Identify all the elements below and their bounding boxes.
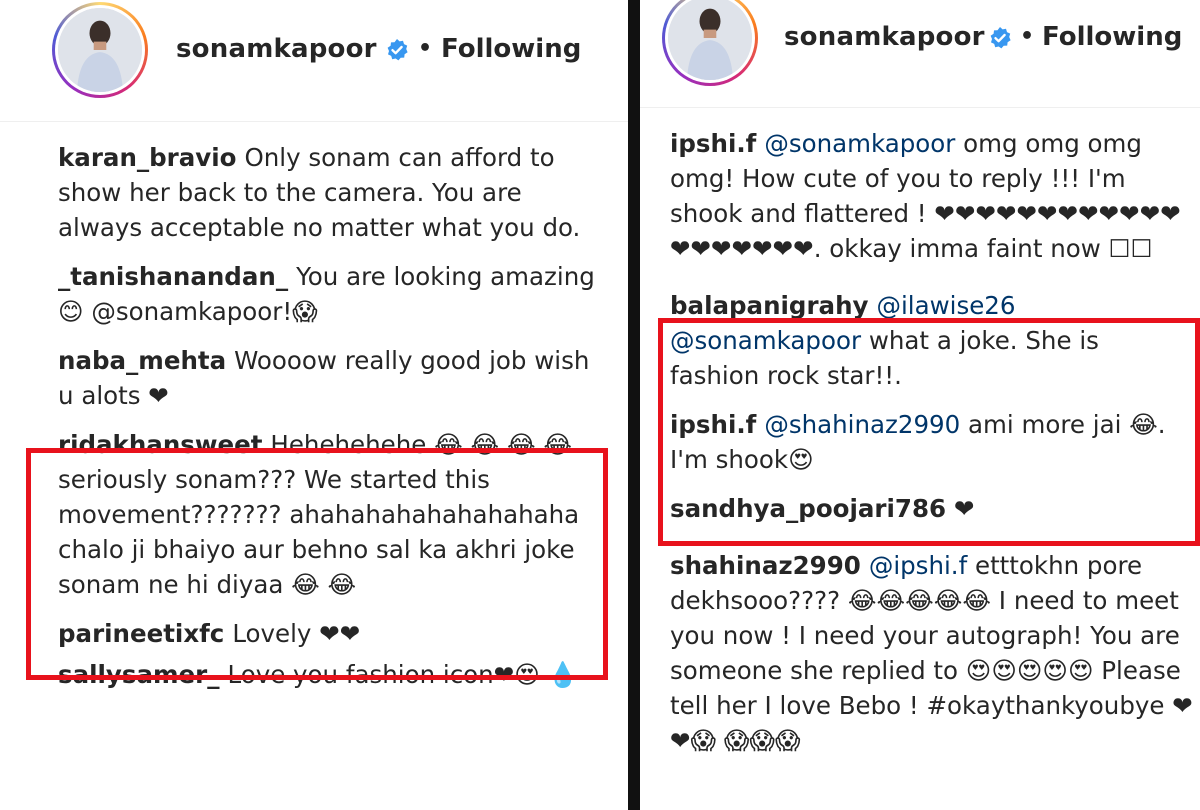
comment-text: etttokhn pore dekhsooo???? 😂😂😂😂😂 I need … — [670, 551, 1193, 755]
verified-badge-icon — [990, 27, 1011, 49]
comment-username[interactable]: ipshi.f — [670, 129, 756, 158]
avatar-person-icon — [668, 0, 752, 80]
right-screenshot-panel: sonamkapoor • Following ipshi.f @sonamkap… — [640, 0, 1200, 810]
comment-username[interactable]: balapanigrahy — [670, 291, 868, 320]
following-button[interactable]: Following — [441, 34, 581, 64]
profile-avatar[interactable] — [662, 0, 758, 86]
comment-username[interactable]: naba_mehta — [58, 346, 226, 375]
left-screenshot-panel: sonamkapoor • Following karan_bravio Only… — [0, 0, 628, 810]
comment-username[interactable]: shahinaz2990 — [670, 551, 861, 580]
comment-item: _tanishanandan_ You are looking amazing😊 … — [58, 259, 606, 329]
avatar-photo — [58, 8, 142, 92]
post-username[interactable]: sonamkapoor — [784, 22, 985, 52]
comment-mention[interactable]: @sonamkapoor — [764, 129, 955, 158]
post-header: sonamkapoor • Following — [0, 0, 628, 122]
highlight-box — [658, 318, 1200, 546]
comment-username[interactable]: karan_bravio — [58, 143, 237, 172]
post-header: sonamkapoor • Following — [640, 0, 1200, 108]
comment-mention[interactable]: @ipshi.f — [869, 551, 967, 580]
header-separator: • — [418, 36, 433, 61]
comment-item: shahinaz2990 @ipshi.f etttokhn pore dekhs… — [670, 548, 1194, 758]
comment-item: naba_mehta Woooow really good job wish u … — [58, 343, 606, 413]
verified-badge-icon — [387, 39, 408, 61]
avatar-photo — [668, 0, 752, 80]
post-username[interactable]: sonamkapoor — [176, 34, 377, 64]
profile-avatar[interactable] — [52, 2, 148, 98]
avatar-person-icon — [58, 8, 142, 92]
following-button[interactable]: Following — [1042, 22, 1182, 52]
panel-divider — [628, 0, 640, 810]
comment-username[interactable]: _tanishanandan_ — [58, 262, 288, 291]
header-separator: • — [1020, 24, 1035, 49]
highlight-box — [26, 448, 608, 680]
comment-item: ipshi.f @sonamkapoor omg omg omg omg! How… — [670, 126, 1194, 266]
comment-item: karan_bravio Only sonam can afford to sho… — [58, 140, 606, 245]
